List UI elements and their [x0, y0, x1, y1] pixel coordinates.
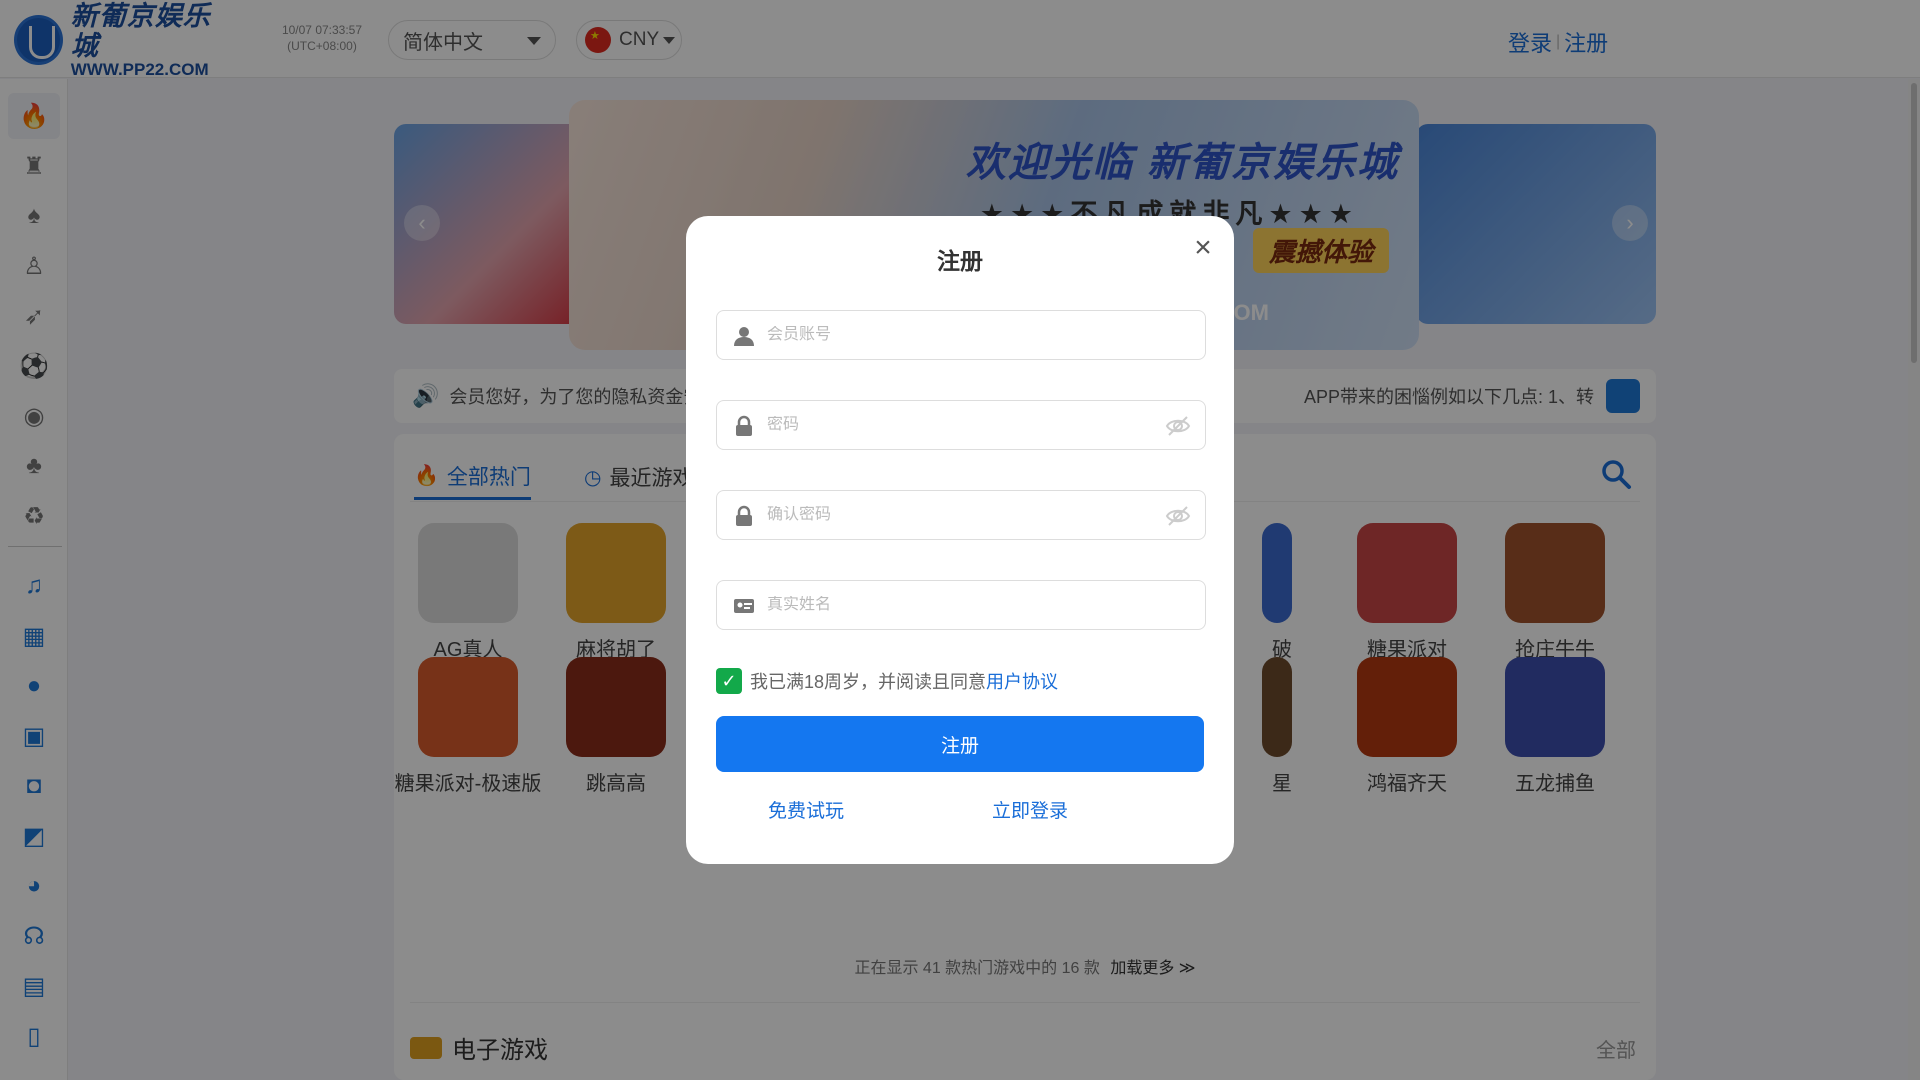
confirm-password-input[interactable]	[767, 506, 1147, 524]
login-now-link[interactable]: 立即登录	[992, 796, 1068, 823]
lock-icon	[736, 505, 752, 526]
agree-text: 我已满18周岁，并阅读且同意	[750, 672, 987, 692]
eye-slash-icon[interactable]	[1165, 415, 1191, 437]
close-icon[interactable]: ×	[1188, 233, 1218, 264]
password-field[interactable]	[716, 400, 1206, 450]
id-card-icon	[734, 599, 754, 613]
password-input[interactable]	[767, 416, 1147, 434]
register-modal: 注册 × ✓ 我已满18周岁，并阅读且同意 用户协议	[686, 216, 1234, 864]
eye-slash-icon[interactable]	[1165, 505, 1191, 527]
agree-checkbox[interactable]: ✓	[716, 668, 742, 694]
free-trial-link[interactable]: 免费试玩	[768, 796, 844, 823]
register-submit-button[interactable]: 注册	[716, 716, 1204, 772]
account-field[interactable]	[716, 310, 1206, 360]
user-agreement-link[interactable]: 用户协议	[986, 668, 1058, 694]
realname-field[interactable]	[716, 580, 1206, 630]
agreement-row: ✓ 我已满18周岁，并阅读且同意 用户协议	[716, 668, 1058, 694]
account-input[interactable]	[767, 326, 1147, 344]
confirm-password-field[interactable]	[716, 490, 1206, 540]
user-icon	[734, 327, 754, 346]
realname-input[interactable]	[767, 596, 1147, 614]
modal-title: 注册	[937, 248, 983, 274]
lock-icon	[736, 415, 752, 436]
